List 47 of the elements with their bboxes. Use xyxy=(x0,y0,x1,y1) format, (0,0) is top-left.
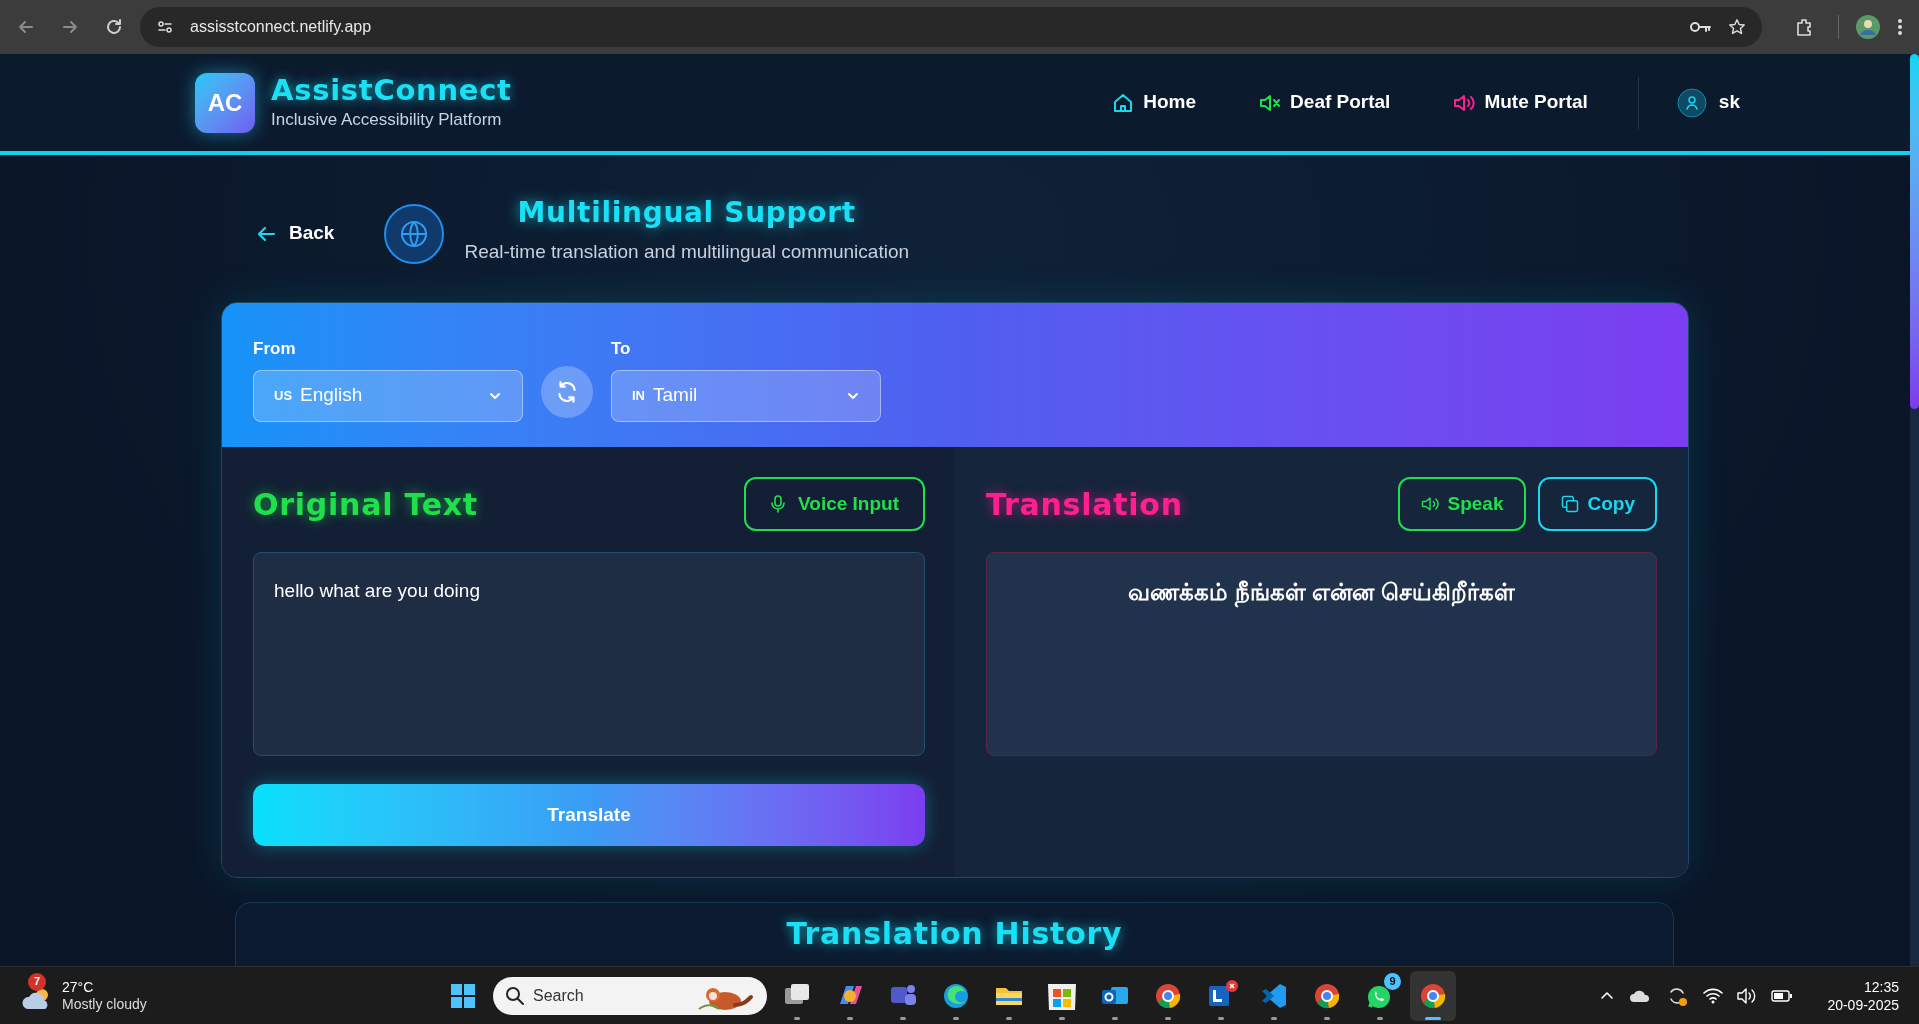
logo-badge: AC xyxy=(195,72,255,133)
notification-badge: 7 xyxy=(28,972,46,991)
speak-button[interactable]: Speak xyxy=(1397,477,1526,531)
taskbar-app[interactable]: 9 xyxy=(1357,970,1403,1021)
more-menu-icon[interactable] xyxy=(1897,17,1903,37)
search-icon xyxy=(505,985,525,1006)
volume-icon[interactable] xyxy=(1737,987,1758,1004)
taskbar-app[interactable] xyxy=(1410,970,1456,1021)
reload-icon[interactable] xyxy=(104,17,124,37)
back-link[interactable]: Back xyxy=(255,219,335,248)
voice-input-button[interactable]: Voice Input xyxy=(744,477,925,531)
nav-link[interactable]: Deaf Portal xyxy=(1246,80,1403,125)
page-subtitle: Real-time translation and multilingual communication xyxy=(464,240,910,265)
nav-link[interactable]: Mute Portal xyxy=(1440,80,1600,125)
profile-avatar-icon[interactable] xyxy=(1855,14,1881,40)
page-title: Multilingual Support xyxy=(517,195,856,232)
swap-languages-button[interactable] xyxy=(541,366,593,418)
address-bar[interactable]: assisstconnect.netlify.app xyxy=(140,7,1762,47)
user-menu[interactable]: sk xyxy=(1676,87,1740,118)
brand-tagline: Inclusive Accessibility Platform xyxy=(271,108,503,131)
clock[interactable]: 12:35 20-09-2025 xyxy=(1827,977,1899,1014)
weather-condition: Mostly cloudy xyxy=(62,995,147,1013)
globe-icon xyxy=(384,203,445,264)
section-heading: Original Text xyxy=(253,485,478,524)
field-label: To xyxy=(611,338,632,360)
copy-icon xyxy=(1559,494,1580,514)
scrollbar-thumb[interactable] xyxy=(1910,54,1919,409)
section-heading: Translation History xyxy=(786,915,1123,953)
microphone-icon xyxy=(770,494,786,514)
temperature: 27°C xyxy=(62,978,95,996)
taskbar-search-field[interactable]: Search xyxy=(493,976,767,1015)
user-avatar-icon xyxy=(1676,87,1707,118)
translated-text: வணக்கம் நீங்கள் என்ன செய்கிறீர்கள் xyxy=(1128,575,1515,755)
extensions-icon[interactable] xyxy=(1794,17,1814,37)
brand-name: AssistConnect xyxy=(271,72,512,107)
copy-button[interactable]: Copy xyxy=(1537,477,1657,531)
site-settings-icon xyxy=(156,18,174,36)
source-text-field[interactable]: hello what are you doing xyxy=(253,552,925,756)
nav-link[interactable]: Home xyxy=(1099,80,1209,125)
key-icon[interactable] xyxy=(1690,20,1712,34)
field-label: From xyxy=(253,338,297,360)
section-heading: Translation xyxy=(986,485,1184,524)
url-text: assisstconnect.netlify.app xyxy=(190,17,373,37)
star-icon[interactable] xyxy=(1728,18,1746,36)
wifi-icon[interactable] xyxy=(1703,987,1724,1004)
notification-badge: 9 xyxy=(1384,972,1401,990)
battery-icon[interactable] xyxy=(1771,988,1794,1003)
